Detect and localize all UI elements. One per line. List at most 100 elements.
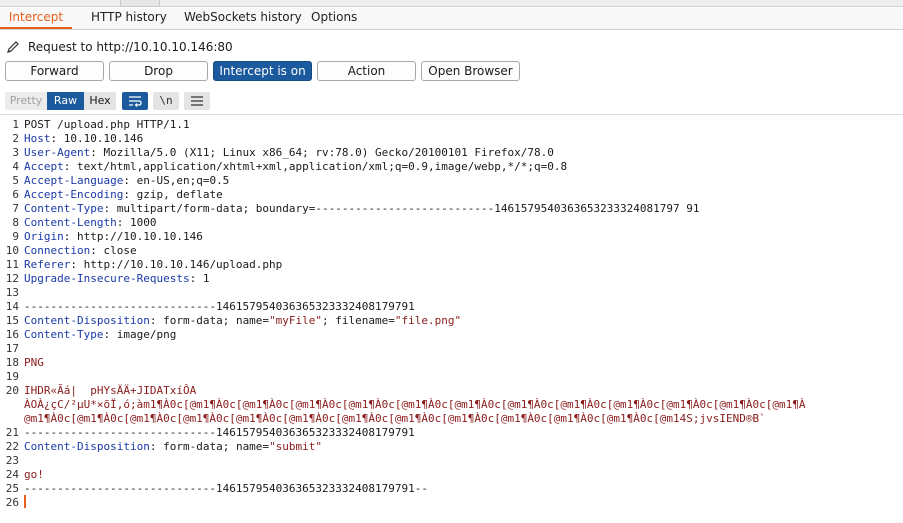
action-button[interactable]: Action [317,61,416,81]
header-name: Connection [24,244,91,257]
header-name: Content-Disposition [24,314,150,327]
header-name: Content-Disposition [24,440,150,453]
open-browser-button[interactable]: Open Browser [421,61,520,81]
request-line-text: POST /upload.php HTTP/1.1 [24,118,190,131]
drop-button[interactable]: Drop [109,61,208,81]
part-type-line: Content-Type: image/png [24,328,177,341]
line-number: 19 [5,370,19,383]
line-number: 12 [5,272,19,285]
request-target-text: Request to http://10.10.10.146:80 [28,40,233,54]
hex-view-button[interactable]: Hex [84,92,116,110]
header-value: http://10.10.10.146/upload.php [83,258,283,271]
show-newlines-toggle[interactable]: \n [153,92,179,110]
forward-button[interactable]: Forward [5,61,104,81]
line-number: 22 [5,440,19,453]
tab-intercept[interactable]: Intercept [0,8,72,29]
boundary-text: -----------------------------14615795403… [24,300,415,313]
newline-icon: \n [159,94,173,107]
header-value: multipart/form-data; boundary=----------… [116,202,700,215]
header-value: en-US,en;q=0.5 [136,174,230,187]
binary-data-line: IHDR«Ãá| pHYsÄÄ+JIDATxíÔA [24,384,196,398]
selected-tool-tab[interactable] [120,0,160,7]
png-magic-line: PNG [24,356,44,370]
submit-value-line: go! [24,468,44,482]
binary-data-text: ÀOÀ¿çC/²µU*×õÏ,ó;àm1¶À0c[@m1¶À0c[@m1¶À0c… [24,398,806,411]
header-name: Content-Length [24,216,117,229]
tab-options[interactable]: Options [311,8,357,29]
line-number: 14 [5,300,19,313]
header-value: http://10.10.10.146 [77,230,203,243]
header-line: Accept: text/html,application/xhtml+xml,… [24,160,568,173]
header-value: gzip, deflate [136,188,223,201]
line-number: 5 [12,174,19,187]
header-name: Host [24,132,51,145]
request-line: POST /upload.php HTTP/1.1 [24,118,190,132]
header-line: Content-Type: multipart/form-data; bound… [24,202,700,215]
final-boundary: -----------------------------14615795403… [24,482,428,496]
header-name: Accept [24,160,64,173]
line-number: 15 [5,314,19,327]
tab-http-history[interactable]: HTTP history [91,8,167,29]
header-value: 1 [202,272,210,285]
raw-view-button[interactable]: Raw [47,92,84,110]
header-name: Content-Type [24,328,104,341]
multipart-boundary: -----------------------------14615795403… [24,426,415,440]
top-tool-tabs-strip[interactable] [0,0,903,7]
editor-menu-button[interactable] [184,92,210,110]
header-line: Content-Length: 1000 [24,216,157,229]
binary-data-line: @m1¶À0c[@m1¶À0c[@m1¶À0c[@m1¶À0c[@m1¶À0c[… [24,412,766,426]
header-value: form-data; name= [163,314,270,327]
header-line: Host: 10.10.10.146 [24,132,144,145]
header-line: Referer: http://10.10.10.146/upload.php [24,258,283,271]
final-boundary-text: -----------------------------14615795403… [24,482,428,495]
tab-websockets-history[interactable]: WebSockets history [184,8,302,29]
line-number: 20 [5,384,19,397]
line-number: 2 [12,132,19,145]
line-number: 7 [12,202,19,215]
pencil-icon[interactable] [6,40,20,54]
boundary-text: -----------------------------14615795403… [24,426,415,439]
header-value: ; filename= [322,314,395,327]
line-number: 10 [5,244,19,257]
header-value: text/html,application/xhtml+xml,applicat… [77,160,568,173]
line-number: 26 [5,496,19,509]
header-value: 10.10.10.146 [63,132,144,145]
header-value: 1000 [129,216,157,229]
line-number: 24 [5,468,19,481]
png-magic-text: PNG [24,356,44,369]
header-name: Accept-Language [24,174,124,187]
header-value: close [103,244,137,257]
line-number: 17 [5,342,19,355]
header-name: Referer [24,258,71,271]
field-name-string: "myFile" [269,314,323,327]
submit-value-text: go! [24,468,44,481]
line-number: 4 [12,160,19,173]
header-name: Upgrade-Insecure-Requests [24,272,190,285]
word-wrap-toggle[interactable] [122,92,148,110]
binary-data-text: @m1¶À0c[@m1¶À0c[@m1¶À0c[@m1¶À0c[@m1¶À0c[… [24,412,766,425]
raw-request-editor[interactable]: 1 2 3 4 5 6 7 8 9 10 11 12 13 14 15 16 1… [0,114,903,523]
line-number: 21 [5,426,19,439]
part-disposition-line: Content-Disposition: form-data; name="my… [24,314,462,327]
header-line: User-Agent: Mozilla/5.0 (X11; Linux x86_… [24,146,554,159]
line-number: 1 [12,118,19,131]
line-number: 3 [12,146,19,159]
line-number: 18 [5,356,19,369]
filename-string: "file.png" [394,314,462,327]
field-name-string: "submit" [269,440,323,453]
word-wrap-icon [129,96,142,107]
header-name: Content-Type [24,202,104,215]
header-name: Origin [24,230,64,243]
header-line: Upgrade-Insecure-Requests: 1 [24,272,210,285]
header-name: Accept-Encoding [24,188,124,201]
intercept-toggle-button[interactable]: Intercept is on [213,61,312,81]
header-value: image/png [116,328,177,341]
header-value: form-data; name= [163,440,270,453]
header-line: Accept-Encoding: gzip, deflate [24,188,223,201]
line-number: 6 [12,188,19,201]
pretty-view-button[interactable]: Pretty [5,92,47,110]
binary-data-text: IHDR«Ãá| pHYsÄÄ+JIDATxíÔA [24,384,197,397]
header-value: Mozilla/5.0 (X11; Linux x86_64; rv:78.0)… [103,146,554,159]
header-line: Accept-Language: en-US,en;q=0.5 [24,174,230,187]
multipart-boundary: -----------------------------14615795403… [24,300,415,314]
